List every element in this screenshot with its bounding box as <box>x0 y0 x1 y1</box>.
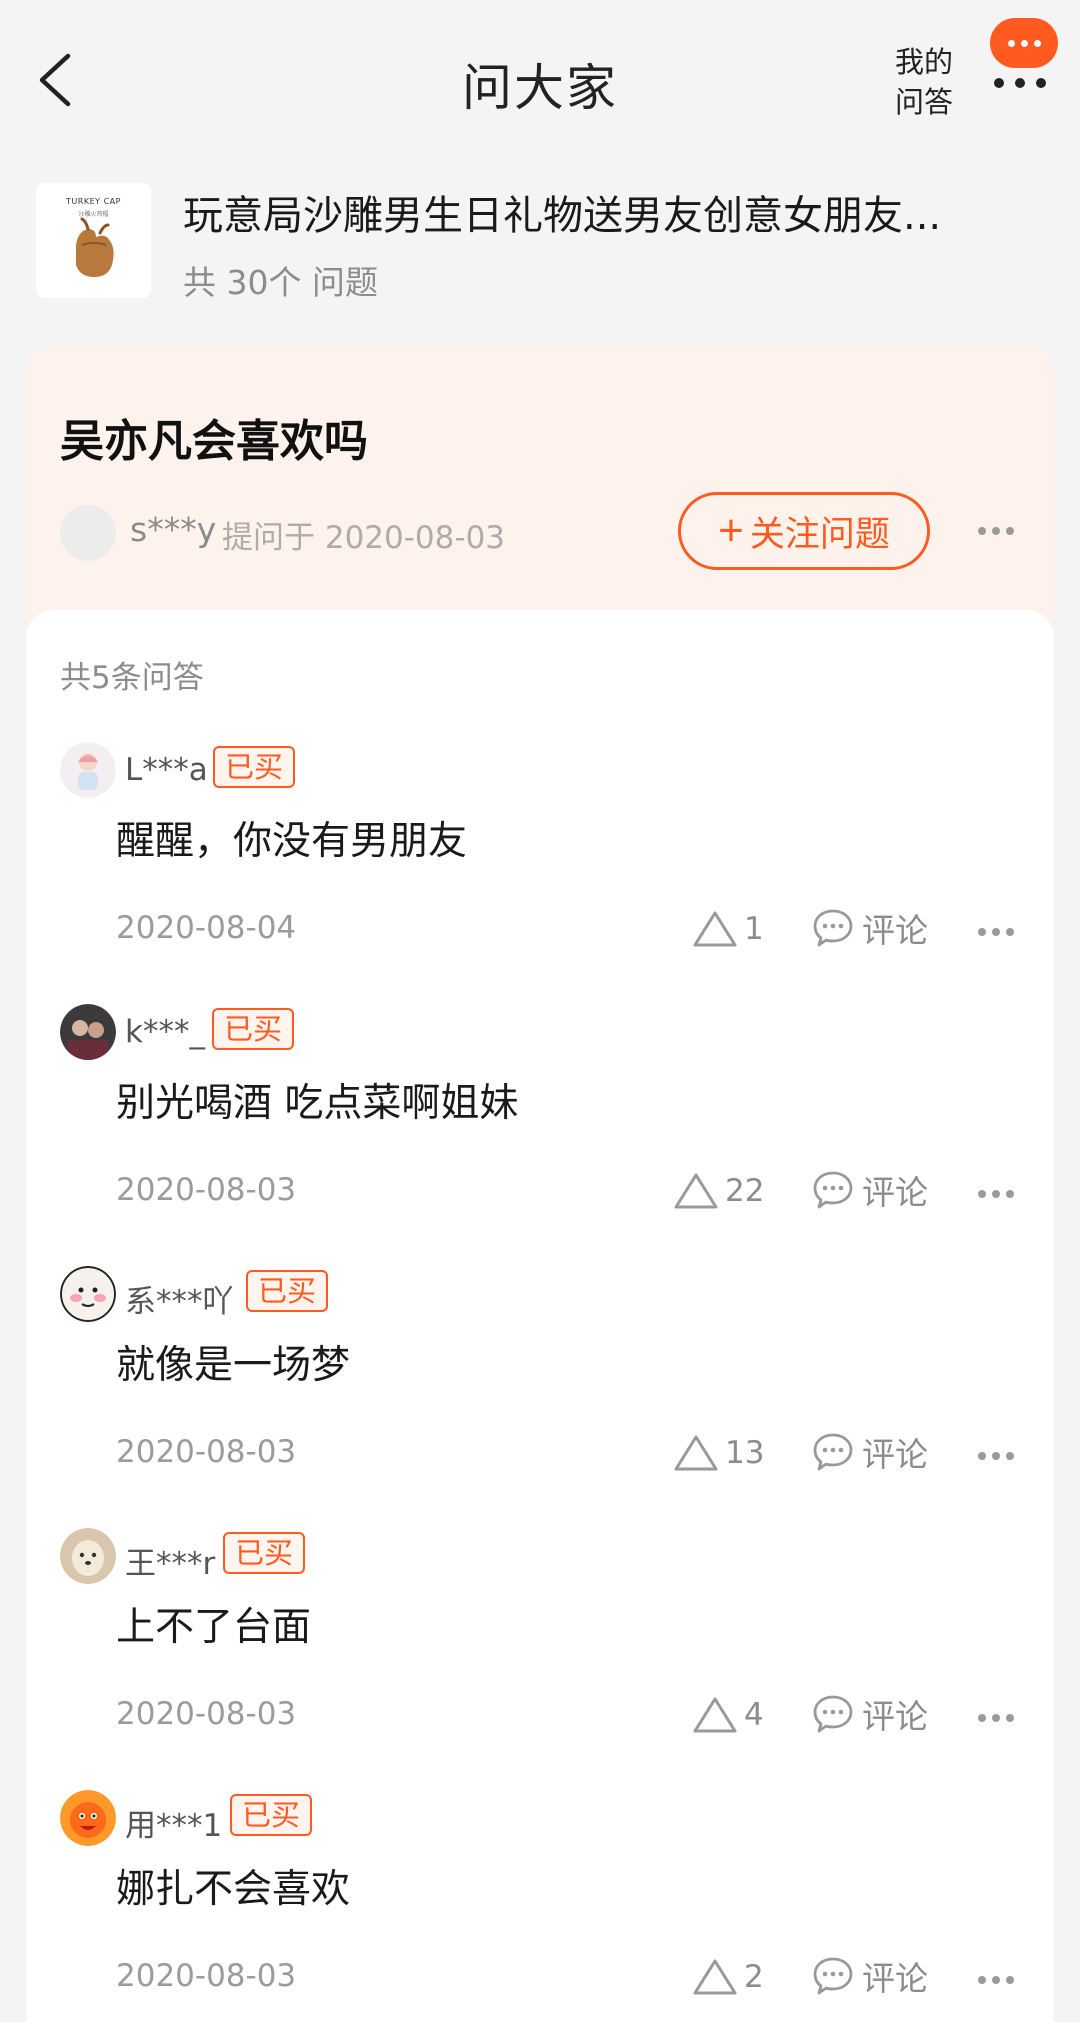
comment-label: 评论 <box>862 1959 928 1998</box>
product-title: 玩意局沙雕男生日礼物送男友创意女朋友... <box>183 193 942 239</box>
answer-date: 2020-08-03 <box>116 1696 297 1732</box>
asker-name: s***y <box>130 510 217 549</box>
avatar[interactable] <box>60 1266 116 1322</box>
answer-item: 系***吖 已买 就像是一场梦 2020-08-03 13 评论 <box>26 1266 1054 1528</box>
like-triangle-icon <box>693 911 737 947</box>
answer-text: 就像是一场梦 <box>116 1343 351 1388</box>
comment-button[interactable]: 评论 <box>812 1953 928 1999</box>
asked-date: 提问于 2020-08-03 <box>222 520 506 556</box>
like-button[interactable]: 2 <box>692 1954 764 2000</box>
comment-icon <box>813 1695 853 1733</box>
purchased-badge: 已买 <box>223 1532 306 1574</box>
like-triangle-icon <box>693 1697 737 1733</box>
comment-icon <box>813 1957 853 1995</box>
question-card: 吴亦凡会喜欢吗 s***y 提问于 2020-08-03 + 关注问题 <box>26 345 1054 645</box>
comment-label: 评论 <box>862 911 928 950</box>
answer-text: 上不了台面 <box>116 1605 312 1650</box>
turkey-hat-image <box>76 217 114 277</box>
like-button[interactable]: 1 <box>692 906 764 952</box>
like-count: 1 <box>744 911 764 947</box>
answer-username: 王***r <box>125 1546 216 1582</box>
comment-icon <box>813 1433 853 1471</box>
like-button[interactable]: 22 <box>673 1168 764 1214</box>
answer-date: 2020-08-03 <box>116 1172 297 1208</box>
comment-label: 评论 <box>862 1173 928 1212</box>
question-count: 共 30个 问题 <box>183 263 378 302</box>
my-qa-label-line2: 问答 <box>894 85 953 119</box>
my-qa-button[interactable]: 我的 问答 <box>888 42 960 122</box>
like-triangle-icon <box>674 1173 718 1209</box>
comment-label: 评论 <box>862 1435 928 1474</box>
avatar[interactable] <box>60 1790 116 1846</box>
follow-question-button[interactable]: + 关注问题 <box>678 492 930 570</box>
product-header[interactable]: TURKEY CAP 沙雕火鸡帽 玩意局沙雕男生日礼物送男友创意女朋友... 共… <box>36 183 1046 302</box>
question-text: 吴亦凡会喜欢吗 <box>60 416 368 467</box>
answer-text: 醒醒，你没有男朋友 <box>116 819 468 864</box>
like-button[interactable]: 4 <box>692 1692 764 1738</box>
purchased-badge: 已买 <box>213 746 296 788</box>
answer-item: 王***r 已买 上不了台面 2020-08-03 4 评论 <box>26 1528 1054 1790</box>
like-count: 22 <box>725 1173 765 1209</box>
answer-date: 2020-08-03 <box>116 1434 297 1470</box>
answer-item: 用***1 已买 娜扎不会喜欢 2020-08-03 2 评论 <box>26 1790 1054 2022</box>
like-triangle-icon <box>674 1435 718 1471</box>
answer-text: 别光喝酒 吃点菜啊姐妹 <box>116 1081 519 1126</box>
avatar[interactable] <box>60 1004 116 1060</box>
answers-panel: 共5条问答 L***a 已买 醒醒，你没有男朋友 2020-08-04 1 评论… <box>26 610 1054 2022</box>
asker-avatar <box>60 505 116 561</box>
like-count: 2 <box>744 1959 764 1995</box>
answer-date: 2020-08-04 <box>116 910 297 946</box>
comment-button[interactable]: 评论 <box>812 1429 928 1475</box>
like-button[interactable]: 13 <box>673 1430 764 1476</box>
answer-username: 用***1 <box>125 1808 223 1844</box>
like-count: 13 <box>725 1435 765 1471</box>
like-count: 4 <box>744 1697 764 1733</box>
answer-item: L***a 已买 醒醒，你没有男朋友 2020-08-04 1 评论 <box>26 742 1054 1004</box>
product-thumbnail: TURKEY CAP 沙雕火鸡帽 <box>36 183 151 298</box>
answer-username: 系***吖 <box>125 1284 234 1320</box>
comment-label: 评论 <box>862 1697 928 1736</box>
top-nav: 问大家 我的 问答 <box>0 0 1080 165</box>
comment-button[interactable]: 评论 <box>812 1167 928 1213</box>
purchased-badge: 已买 <box>230 1794 313 1836</box>
purchased-badge: 已买 <box>212 1008 295 1050</box>
comment-icon <box>813 1171 853 1209</box>
follow-label: 关注问题 <box>749 514 890 554</box>
message-bubble-icon <box>990 18 1058 68</box>
answer-item: k***_ 已买 别光喝酒 吃点菜啊姐妹 2020-08-03 22 评论 <box>26 1004 1054 1266</box>
comment-button[interactable]: 评论 <box>812 905 928 951</box>
like-triangle-icon <box>693 1959 737 1995</box>
comment-icon <box>813 909 853 947</box>
my-qa-label-line1: 我的 <box>894 45 953 79</box>
avatar[interactable] <box>60 1528 116 1584</box>
answer-date: 2020-08-03 <box>116 1958 297 1994</box>
more-menu-button[interactable] <box>988 18 1058 98</box>
purchased-badge: 已买 <box>246 1270 329 1312</box>
avatar[interactable] <box>60 742 116 798</box>
answer-text: 娜扎不会喜欢 <box>116 1867 351 1912</box>
comment-button[interactable]: 评论 <box>812 1691 928 1737</box>
answers-count: 共5条问答 <box>60 660 204 696</box>
answer-username: k***_ <box>125 1014 205 1050</box>
plus-icon: + <box>718 506 744 555</box>
answer-username: L***a <box>125 752 208 788</box>
